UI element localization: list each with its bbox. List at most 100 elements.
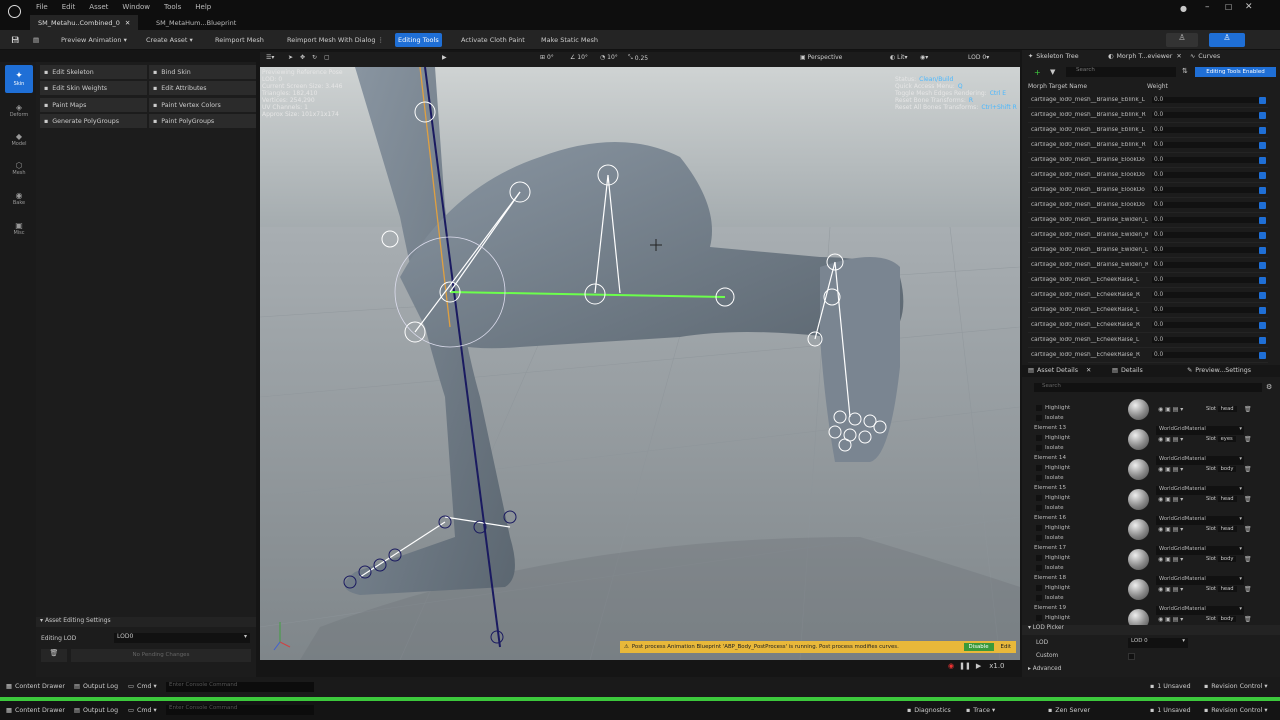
save-all-icon[interactable]: ● <box>1180 4 1187 13</box>
morph-row[interactable]: cartilage_lod0_mesh__Brainse_ElookDo 0.0 <box>1028 198 1268 213</box>
trash-icon[interactable]: 🗑︎ <box>1244 556 1252 563</box>
isolate-checkbox[interactable] <box>1036 505 1042 511</box>
save-icon[interactable]: 💾︎ <box>8 33 22 47</box>
menu-item-help[interactable]: Help <box>195 3 211 11</box>
morph-weight[interactable]: 0.0 <box>1152 97 1260 103</box>
slot-value[interactable]: head <box>1217 526 1237 532</box>
settings-gear-icon[interactable]: ⚙ <box>1266 383 1272 391</box>
isolate-checkbox[interactable] <box>1036 475 1042 481</box>
material-dropdown[interactable]: WorldGridMaterial ▾ <box>1156 426 1244 435</box>
asset-editing-header[interactable]: ▾ Asset Editing Settings <box>36 617 256 627</box>
morph-weight[interactable]: 0.0 <box>1152 157 1260 163</box>
pause-icon[interactable]: ❚❚ <box>959 662 971 670</box>
morph-row[interactable]: cartilage_lod0_mesh__Brainse_Ewiden_R 0.0 <box>1028 258 1268 273</box>
menu-item-file[interactable]: File <box>36 3 48 11</box>
morph-row[interactable]: cartilage_lod0_mesh__Brainse_ElookDo 0.0 <box>1028 153 1268 168</box>
tab-preview-settings[interactable]: ✎ Preview...Settings <box>1187 367 1251 374</box>
morph-weight[interactable]: 0.0 <box>1152 127 1260 133</box>
morph-weight[interactable]: 0.0 <box>1152 232 1260 238</box>
person-icon[interactable]: ♙ <box>1166 33 1198 47</box>
morph-checkbox[interactable] <box>1259 292 1266 299</box>
slot-value[interactable]: body <box>1217 466 1237 472</box>
doc-tab-blueprint[interactable]: SM_MetaHum...Blueprint <box>148 15 244 30</box>
highlight-checkbox[interactable] <box>1036 525 1042 531</box>
trash-icon[interactable]: 🗑︎ <box>1244 586 1252 593</box>
trash-icon[interactable]: 🗑︎ <box>1244 526 1252 533</box>
morph-row[interactable]: cartilage_lod0_mesh__EcheekRaise_L 0.0 <box>1028 303 1268 318</box>
use-icon[interactable]: ◉ ▣ ▤ ▾ <box>1158 526 1183 533</box>
morph-checkbox[interactable] <box>1259 112 1266 119</box>
doc-tab-mesh[interactable]: SM_Metahu..Combined_0 ✕ <box>30 15 139 30</box>
unsaved-indicator[interactable]: ▪ 1 Unsaved <box>1150 707 1191 714</box>
mode-misc[interactable]: ▣ Misc <box>5 214 33 242</box>
play-icon[interactable]: ▶ <box>442 54 447 61</box>
use-icon[interactable]: ◉ ▣ ▤ ▾ <box>1158 466 1183 473</box>
morph-row[interactable]: cartilage_lod0_mesh__Brainse_Eblink_R 0.0 <box>1028 108 1268 123</box>
morph-weight[interactable]: 0.0 <box>1152 172 1260 178</box>
use-icon[interactable]: ◉ ▣ ▤ ▾ <box>1158 406 1183 413</box>
console-input[interactable]: Enter Console Command <box>166 682 314 692</box>
cmd-dropdown[interactable]: ▭ Cmd ▾ <box>128 707 157 714</box>
morph-checkbox[interactable] <box>1259 127 1266 134</box>
morph-checkbox[interactable] <box>1259 247 1266 254</box>
trash-icon[interactable]: 🗑︎ <box>1244 466 1252 473</box>
material-thumbnail[interactable] <box>1128 519 1149 540</box>
mode-skin[interactable]: ✦ Skin <box>5 65 33 93</box>
pending-changes-button[interactable]: No Pending Changes <box>71 649 251 662</box>
morph-checkbox[interactable] <box>1259 97 1266 104</box>
scale-icon[interactable]: ▢ <box>324 54 330 61</box>
trash-icon[interactable]: 🗑︎ <box>1244 496 1252 503</box>
morph-checkbox[interactable] <box>1259 157 1266 164</box>
custom-checkbox[interactable] <box>1128 653 1135 660</box>
morph-row[interactable]: cartilage_lod0_mesh__Brainse_Ewiden_L 0.0 <box>1028 213 1268 228</box>
isolate-checkbox[interactable] <box>1036 415 1042 421</box>
viewport-scene[interactable] <box>260 67 1020 660</box>
close-icon[interactable]: ✕ <box>1086 367 1091 374</box>
cmd-dropdown[interactable]: ▭ Cmd ▾ <box>128 683 157 690</box>
morph-weight[interactable]: 0.0 <box>1152 352 1260 358</box>
close-icon[interactable]: ✕ <box>1176 53 1181 60</box>
morph-weight[interactable]: 0.0 <box>1152 307 1260 313</box>
maximize-icon[interactable]: ☐ <box>1225 3 1232 12</box>
details-search-input[interactable]: Search <box>1034 383 1262 392</box>
mode-bake[interactable]: ◉ Bake <box>5 184 33 212</box>
trash-icon[interactable]: 🗑︎ <box>1244 406 1252 413</box>
trash-icon[interactable]: 🗑︎ <box>1244 436 1252 443</box>
generate-polygroups-button[interactable]: ▪ Generate PolyGroups <box>40 114 147 128</box>
morph-weight[interactable]: 0.0 <box>1152 187 1260 193</box>
morph-checkbox[interactable] <box>1259 142 1266 149</box>
paint-vertex-colors-button[interactable]: ▪ Paint Vertex Colors <box>149 98 256 112</box>
highlight-checkbox[interactable] <box>1036 435 1042 441</box>
make-static-button[interactable]: Make Static Mesh <box>538 33 601 47</box>
highlight-checkbox[interactable] <box>1036 585 1042 591</box>
morph-weight[interactable]: 0.0 <box>1152 322 1260 328</box>
highlight-checkbox[interactable] <box>1036 405 1042 411</box>
isolate-checkbox[interactable] <box>1036 535 1042 541</box>
morph-weight[interactable]: 0.0 <box>1152 262 1260 268</box>
menu-item-tools[interactable]: Tools <box>164 3 181 11</box>
morph-checkbox[interactable] <box>1259 277 1266 284</box>
add-button[interactable]: + <box>1034 68 1041 77</box>
close-icon[interactable]: ✕ <box>125 19 130 27</box>
diagnostics-button[interactable]: ▪ Diagnostics <box>907 707 951 714</box>
material-dropdown[interactable]: WorldGridMaterial ▾ <box>1156 516 1244 525</box>
bind-skin-button[interactable]: ▪ Bind Skin <box>149 65 256 79</box>
unreal-logo-icon[interactable] <box>8 5 21 18</box>
rotation-snap[interactable]: ∠ 10° <box>570 54 588 61</box>
disable-button[interactable]: Disable <box>963 643 994 651</box>
material-thumbnail[interactable] <box>1128 549 1149 570</box>
morph-weight[interactable]: 0.0 <box>1152 202 1260 208</box>
morph-weight[interactable]: 0.0 <box>1152 292 1260 298</box>
morph-row[interactable]: cartilage_lod0_mesh__EcheekRaise_R 0.0 <box>1028 288 1268 303</box>
lit-button[interactable]: ◐ Lit ▾ <box>890 54 908 61</box>
lod-button[interactable]: LOD 0 ▾ <box>968 54 989 61</box>
use-icon[interactable]: ◉ ▣ ▤ ▾ <box>1158 496 1183 503</box>
zen-server-button[interactable]: ▪ Zen Server <box>1048 707 1090 714</box>
console-input[interactable]: Enter Console Command <box>166 705 314 715</box>
tab-skeleton-tree[interactable]: ✦ Skeleton Tree <box>1028 53 1079 60</box>
use-icon[interactable]: ◉ ▣ ▤ ▾ <box>1158 616 1183 623</box>
grid-snap[interactable]: ⊞ 0° <box>540 54 554 61</box>
menu-item-window[interactable]: Window <box>122 3 150 11</box>
morph-row[interactable]: cartilage_lod0_mesh__EcheekRaise_R 0.0 <box>1028 318 1268 333</box>
show-icon[interactable]: ◉▾ <box>920 54 928 61</box>
